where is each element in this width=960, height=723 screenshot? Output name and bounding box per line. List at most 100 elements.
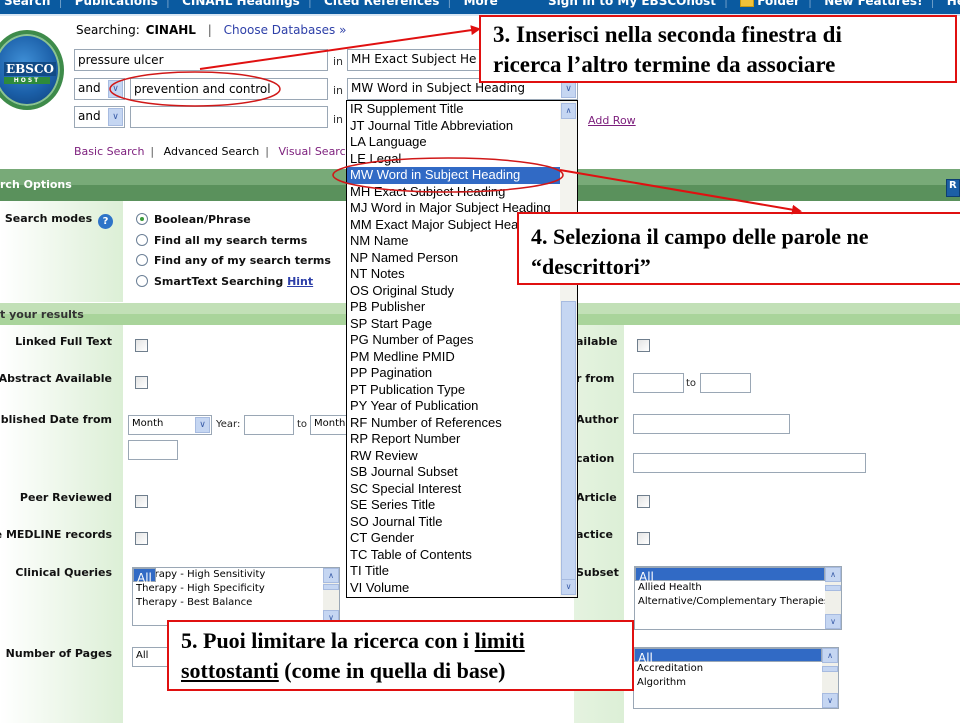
dropdown-option[interactable]: MW Word in Subject Heading <box>347 167 561 184</box>
search-term-3-input[interactable] <box>130 106 328 128</box>
author-input[interactable] <box>633 414 790 434</box>
scroll-down-icon[interactable]: ∨ <box>561 579 576 595</box>
search-term-2-input[interactable] <box>130 78 328 100</box>
dropdown-option[interactable]: RP Report Number <box>347 431 561 448</box>
nav-help[interactable]: Help <box>947 0 960 8</box>
visual-search-link[interactable]: Visual Search <box>278 145 352 158</box>
dropdown-option[interactable]: PM Medline PMID <box>347 349 561 366</box>
nav-cinahl-headings[interactable]: CINAHL Headings <box>182 0 300 8</box>
nav-sign-in[interactable]: Sign In to My EBSCOhost <box>548 0 716 8</box>
operator-select-3[interactable]: and ∨ <box>74 106 125 128</box>
publication-type-listbox[interactable]: All Abstract Accreditation Algorithm ∧ ∨ <box>633 647 839 709</box>
nav-cited-references[interactable]: Cited References <box>324 0 439 8</box>
dropdown-option[interactable]: PY Year of Publication <box>347 398 561 415</box>
listbox-option[interactable]: All <box>133 568 156 585</box>
dropdown-option[interactable]: LA Language <box>347 134 561 151</box>
exclude-medline-checkbox[interactable] <box>135 532 148 545</box>
dropdown-option[interactable]: VI Volume <box>347 580 561 597</box>
search-term-1-input[interactable] <box>74 49 328 71</box>
listbox-option[interactable]: All <box>635 567 825 584</box>
scroll-thumb[interactable] <box>822 666 838 672</box>
year-to-input[interactable] <box>700 373 751 393</box>
scroll-down-icon[interactable]: ∨ <box>822 693 838 708</box>
radio-unchecked[interactable] <box>136 275 148 287</box>
dropdown-option[interactable]: PB Publisher <box>347 299 561 316</box>
help-icon[interactable]: ? <box>98 214 113 229</box>
publication-input[interactable] <box>633 453 866 473</box>
add-row-link[interactable]: Add Row <box>588 114 636 127</box>
listbox-option[interactable]: Alternative/Complementary Therapies <box>635 595 841 609</box>
dropdown-option[interactable]: MH Exact Subject Heading <box>347 184 561 201</box>
operator-select-2[interactable]: and ∨ <box>74 78 125 100</box>
scroll-thumb[interactable] <box>825 585 841 591</box>
listbox-option[interactable]: Accreditation <box>634 662 838 676</box>
chevron-down-icon[interactable]: ∨ <box>195 417 210 433</box>
nav-publications[interactable]: Publications <box>75 0 158 8</box>
listbox-option[interactable]: Therapy - Best Balance <box>133 596 339 610</box>
dropdown-option[interactable]: PT Publication Type <box>347 382 561 399</box>
clinical-queries-listbox[interactable]: All Therapy - High Sensitivity Therapy -… <box>132 567 340 626</box>
nav-more[interactable]: More <box>464 0 498 8</box>
scroll-up-icon[interactable]: ∧ <box>825 567 841 582</box>
listbox-option[interactable]: Therapy - High Sensitivity <box>133 568 339 582</box>
article-checkbox[interactable] <box>637 495 650 508</box>
scrollbar[interactable]: ∧ ∨ <box>323 568 339 625</box>
dropdown-option[interactable]: LE Legal <box>347 151 561 168</box>
published-year-to-input[interactable] <box>128 440 178 460</box>
dropdown-option[interactable]: SC Special Interest <box>347 481 561 498</box>
dropdown-option[interactable]: PP Pagination <box>347 365 561 382</box>
nav-search[interactable]: Search <box>4 0 50 8</box>
dropdown-option[interactable]: SE Series Title <box>347 497 561 514</box>
choose-databases-link[interactable]: Choose Databases » <box>224 23 347 37</box>
dropdown-scrollbar[interactable]: ∧ ∨ <box>560 101 577 597</box>
mode-find-all[interactable]: Find all my search terms <box>136 234 307 247</box>
listbox-option[interactable]: Allied Health <box>635 581 841 595</box>
radio-unchecked[interactable] <box>136 254 148 266</box>
linked-full-text-checkbox[interactable] <box>135 339 148 352</box>
dropdown-option[interactable]: SB Journal Subset <box>347 464 561 481</box>
listbox-option[interactable]: All <box>634 648 822 665</box>
scroll-thumb[interactable] <box>323 584 339 590</box>
year-from-input[interactable] <box>633 373 684 393</box>
journal-subset-listbox[interactable]: All Africa Allied Health Alternative/Com… <box>634 566 842 630</box>
scrollbar[interactable]: ∧ ∨ <box>825 567 841 629</box>
scroll-up-icon[interactable]: ∧ <box>561 103 576 119</box>
chevron-down-icon[interactable]: ∨ <box>108 80 123 98</box>
mode-boolean-phrase[interactable]: Boolean/Phrase <box>136 213 251 226</box>
dropdown-option[interactable]: SP Start Page <box>347 316 561 333</box>
radio-checked[interactable] <box>136 213 148 225</box>
field-dropdown-list[interactable]: IR Supplement Title JT Journal Title Abbr… <box>346 100 578 598</box>
dropdown-option[interactable]: JT Journal Title Abbreviation <box>347 118 561 135</box>
mode-smarttext[interactable]: SmartText Searching Hint <box>136 275 313 288</box>
listbox-option[interactable]: Algorithm <box>634 676 838 690</box>
published-month-to-select[interactable]: Month <box>310 415 350 435</box>
advanced-search-link[interactable]: Advanced Search <box>164 145 260 158</box>
nav-folder[interactable]: Folder <box>757 0 800 8</box>
right-available-checkbox[interactable] <box>637 339 650 352</box>
scroll-up-icon[interactable]: ∧ <box>822 648 838 663</box>
dropdown-option[interactable]: IR Supplement Title <box>347 101 561 118</box>
listbox-option[interactable]: Therapy - High Specificity <box>133 582 339 596</box>
dropdown-option[interactable]: TI Title <box>347 563 561 580</box>
peer-reviewed-checkbox[interactable] <box>135 495 148 508</box>
mode-find-any[interactable]: Find any of my search terms <box>136 254 331 267</box>
dropdown-option[interactable]: TC Table of Contents <box>347 547 561 564</box>
scrollbar[interactable]: ∧ ∨ <box>822 648 838 708</box>
field-select-1[interactable]: MH Exact Subject He <box>347 49 487 71</box>
scroll-thumb[interactable] <box>561 301 576 581</box>
dropdown-option[interactable]: RW Review <box>347 448 561 465</box>
dropdown-option[interactable]: SO Journal Title <box>347 514 561 531</box>
dropdown-option[interactable]: PG Number of Pages <box>347 332 561 349</box>
basic-search-link[interactable]: Basic Search <box>74 145 144 158</box>
published-month-from-select[interactable]: Month ∨ <box>128 415 212 435</box>
scroll-down-icon[interactable]: ∨ <box>825 614 841 629</box>
ebscohost-logo[interactable]: EBSCO HOST <box>0 30 64 110</box>
dropdown-option[interactable]: RF Number of References <box>347 415 561 432</box>
hint-link[interactable]: Hint <box>287 275 313 288</box>
practice-checkbox[interactable] <box>637 532 650 545</box>
scroll-up-icon[interactable]: ∧ <box>323 568 339 583</box>
nav-new-features[interactable]: New Features! <box>824 0 922 8</box>
published-year-from-input[interactable] <box>244 415 294 435</box>
abstract-available-checkbox[interactable] <box>135 376 148 389</box>
dropdown-option[interactable]: CT Gender <box>347 530 561 547</box>
